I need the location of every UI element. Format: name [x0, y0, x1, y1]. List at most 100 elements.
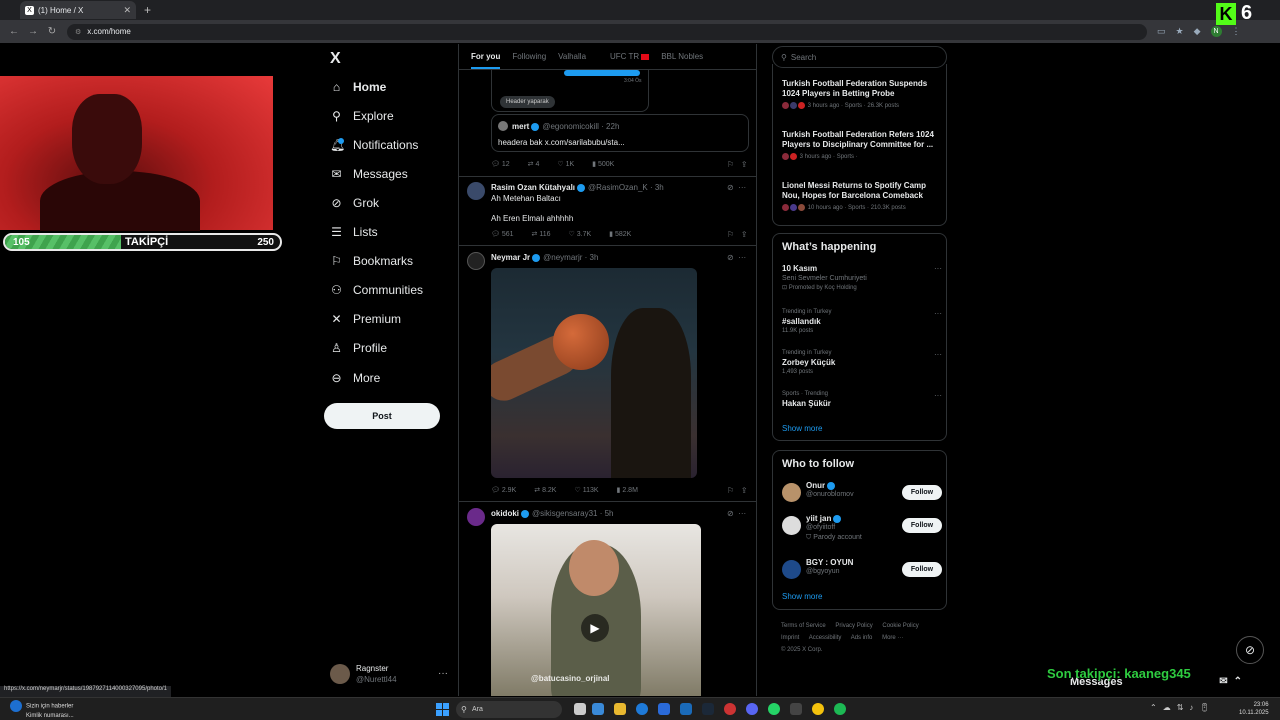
steam-icon[interactable]: [702, 703, 714, 715]
grok-float-button[interactable]: ⊘: [1236, 636, 1264, 664]
tab-ufc-tr[interactable]: UFC TR: [598, 52, 650, 61]
bookmark-share-icons[interactable]: ⚐ ⇪: [727, 230, 748, 239]
new-tab-icon[interactable]: +: [144, 3, 151, 17]
trend-item[interactable]: 10 Kasım Seni Sevmeler Cumhuriyeti ⊡ Pro…: [782, 264, 942, 291]
post-video[interactable]: ▶ @batucasino_orjinal: [491, 524, 701, 696]
grok-more-icons[interactable]: ⊘ ···: [727, 509, 746, 518]
tab-bbl-nobles[interactable]: BBL Nobles: [661, 52, 703, 61]
close-tab-icon[interactable]: ✕: [123, 5, 131, 16]
nav-premium[interactable]: ✕ Premium: [330, 312, 401, 326]
spotify-icon[interactable]: [834, 703, 846, 715]
like-button[interactable]: ♡ 1K: [557, 160, 574, 168]
whatsapp-icon[interactable]: [768, 703, 780, 715]
follow-suggestion[interactable]: Onur @onuroblomov Follow: [782, 481, 942, 505]
play-icon[interactable]: ▶: [581, 614, 609, 642]
forward-icon[interactable]: →: [28, 26, 38, 37]
show-more-link[interactable]: Show more: [782, 592, 822, 601]
menu-kebab-icon[interactable]: ⋮: [1232, 26, 1241, 37]
news-item[interactable]: Turkish Football Federation Refers 1024 …: [782, 130, 942, 160]
bookmark-share-icons[interactable]: ⚐ ⇪: [727, 160, 748, 169]
reload-icon[interactable]: ↻: [47, 26, 57, 37]
windows-start-icon[interactable]: [436, 703, 449, 716]
views-button[interactable]: ▮ 582K: [609, 230, 631, 238]
nav-bookmarks[interactable]: ⚐ Bookmarks: [330, 254, 413, 268]
nav-profile[interactable]: ♙ Profile: [330, 341, 387, 355]
copilot-icon[interactable]: [592, 703, 604, 715]
news-item[interactable]: Turkish Football Federation Suspends 102…: [782, 79, 942, 109]
like-button[interactable]: ♡ 3.7K: [569, 230, 592, 238]
footer-link[interactable]: Ads info: [851, 635, 873, 641]
back-icon[interactable]: ←: [9, 26, 19, 37]
follow-button[interactable]: Follow: [902, 485, 942, 500]
show-more-link[interactable]: Show more: [782, 424, 822, 433]
file-explorer-icon[interactable]: [614, 703, 626, 715]
news-widget[interactable]: Sizin için haberler Kimlik numarası...: [10, 700, 74, 720]
nav-lists[interactable]: ☰ Lists: [330, 225, 378, 239]
follow-suggestion[interactable]: BGY : OYUN @bgyoyun Follow: [782, 558, 942, 582]
footer-link[interactable]: Cookie Policy: [882, 623, 918, 629]
account-switcher[interactable]: Ragnster @Nurettl44 ···: [330, 662, 450, 686]
url-field[interactable]: ⚙ x.com/home: [67, 23, 1147, 40]
footer-link[interactable]: More ···: [882, 635, 903, 641]
extensions-icon[interactable]: ◆: [1194, 26, 1201, 37]
reply-button[interactable]: 💬︎ 12: [491, 160, 510, 168]
task-view-icon[interactable]: [574, 703, 586, 715]
grok-more-icons[interactable]: ⊘ ···: [727, 253, 746, 262]
nav-messages[interactable]: ✉ Messages: [330, 167, 407, 181]
nav-explore[interactable]: ⚲ Explore: [330, 109, 394, 123]
more-dots-icon[interactable]: ···: [934, 309, 942, 318]
discord-icon[interactable]: [746, 703, 758, 715]
tab-for-you[interactable]: For you: [471, 52, 501, 69]
avatar[interactable]: [467, 182, 485, 200]
views-button[interactable]: ▮ 2.8M: [617, 486, 638, 494]
follow-button[interactable]: Follow: [902, 562, 942, 577]
post-author[interactable]: Neymar Jr @neymarjr · 3h: [491, 253, 598, 262]
browser-tab[interactable]: X (1) Home / X ✕: [20, 1, 136, 19]
nav-grok[interactable]: ⊘ Grok: [330, 196, 379, 210]
site-info-icon[interactable]: ⚙: [75, 28, 81, 36]
taskbar-search[interactable]: ⚲ Ara: [456, 701, 562, 718]
post-author[interactable]: okidoki @sikisgensaray31 · 5h: [491, 509, 614, 518]
like-button[interactable]: ♡ 113K: [574, 486, 598, 494]
store-icon[interactable]: [658, 703, 670, 715]
nav-home[interactable]: ⌂ Home: [330, 80, 386, 94]
footer-link[interactable]: Imprint: [781, 635, 799, 641]
views-button[interactable]: ▮ 500K: [592, 160, 614, 168]
system-tray[interactable]: ⌃☁⇅♪🔋︎: [1150, 703, 1216, 712]
follow-button[interactable]: Follow: [902, 518, 942, 533]
follow-suggestion[interactable]: yiit jan @ofyiitoff ⛉ Parody account Fol…: [782, 514, 942, 541]
obs-icon[interactable]: [790, 703, 802, 715]
cast-icon[interactable]: ▭: [1157, 26, 1166, 37]
avatar[interactable]: [467, 508, 485, 526]
repost-button[interactable]: ⇄ 116: [532, 230, 551, 238]
avatar[interactable]: [467, 252, 485, 270]
bookmark-star-icon[interactable]: ★: [1176, 26, 1184, 37]
chrome-icon[interactable]: [812, 703, 824, 715]
more-dots-icon[interactable]: ···: [934, 350, 942, 359]
footer-link[interactable]: Privacy Policy: [835, 623, 872, 629]
reply-button[interactable]: 💬︎ 2.9K: [491, 486, 516, 494]
trend-item[interactable]: Trending in Turkey #sallandık 11.9K post…: [782, 309, 942, 334]
edge-icon[interactable]: [636, 703, 648, 715]
app-icon[interactable]: [724, 703, 736, 715]
tab-valhalla[interactable]: Valhalla: [558, 52, 586, 61]
grok-more-icons[interactable]: ⊘ ···: [727, 183, 746, 192]
profile-avatar[interactable]: N: [1210, 26, 1222, 37]
trend-item[interactable]: Trending in Turkey Zorbey Küçük 1,493 po…: [782, 350, 942, 375]
more-dots-icon[interactable]: ···: [934, 264, 942, 273]
x-logo-icon[interactable]: X: [330, 50, 341, 68]
bookmark-share-icons[interactable]: ⚐ ⇪: [727, 486, 748, 495]
nav-more[interactable]: ⊖ More: [330, 371, 380, 385]
taskbar-clock[interactable]: 23:06 10.11.2025: [1239, 701, 1269, 717]
repost-button[interactable]: ⇄ 8.2K: [534, 486, 556, 494]
footer-link[interactable]: Accessibility: [809, 635, 842, 641]
trend-item[interactable]: Sports · Trending Hakan Şükür ···: [782, 391, 942, 408]
post-image[interactable]: [491, 268, 697, 478]
compose-collapse-icons[interactable]: ✉⌃: [1219, 676, 1248, 687]
main-feed[interactable]: For you Following Valhalla UFC TR BBL No…: [458, 44, 757, 696]
outlook-icon[interactable]: [680, 703, 692, 715]
more-dots-icon[interactable]: ···: [934, 391, 942, 400]
reply-button[interactable]: 💬︎ 561: [491, 230, 514, 238]
nav-communities[interactable]: ⚇ Communities: [330, 283, 423, 297]
footer-link[interactable]: Terms of Service: [781, 623, 826, 629]
